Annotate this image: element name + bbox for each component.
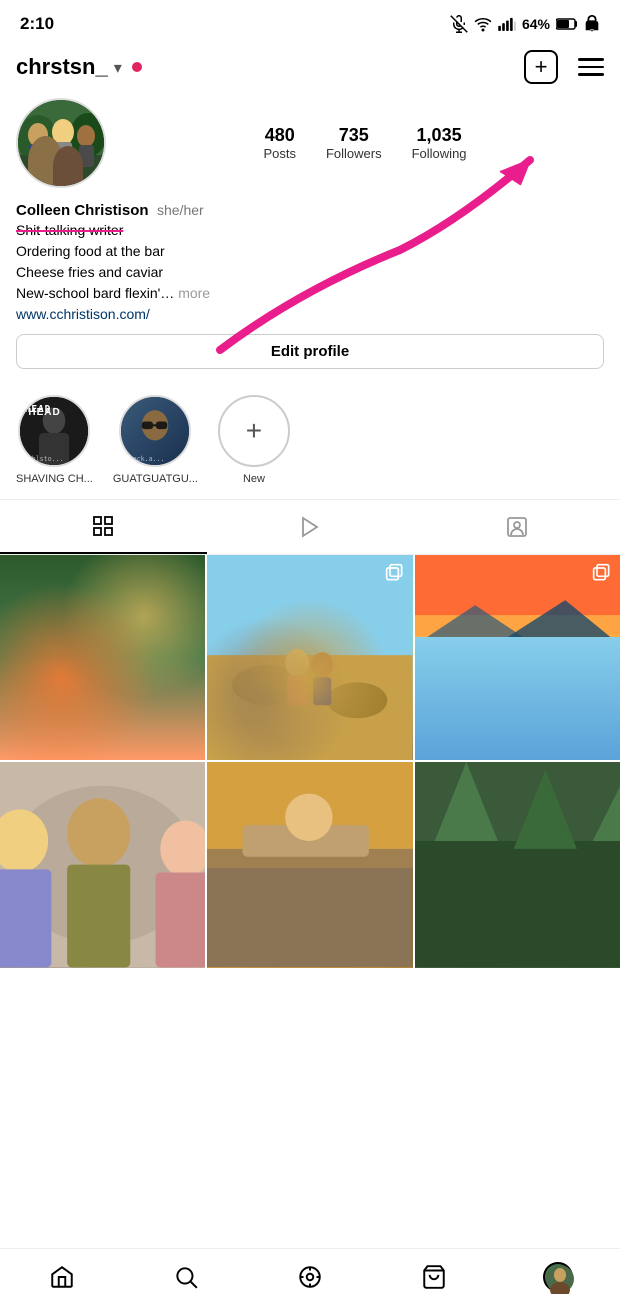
profile-stats: 480 Posts 735 Followers 1,035 Following — [126, 125, 604, 161]
shop-icon — [421, 1264, 447, 1290]
chevron-down-icon: ▾ — [114, 58, 122, 78]
battery-icon — [556, 17, 578, 31]
highlight-circle-new: + — [218, 395, 290, 467]
reels-icon — [298, 515, 322, 539]
search-icon — [173, 1264, 199, 1290]
avatar-container[interactable] — [16, 98, 106, 188]
grid-icon — [91, 514, 115, 538]
nav-home[interactable] — [37, 1259, 87, 1295]
tab-tagged[interactable] — [413, 500, 620, 554]
status-icons: 64% — [450, 15, 600, 33]
svg-text:HEAD: HEAD — [25, 404, 52, 415]
signal-icon — [498, 17, 516, 31]
status-time: 2:10 — [20, 14, 54, 34]
home-icon — [49, 1264, 75, 1290]
profile-section: 480 Posts 735 Followers 1,035 Following … — [0, 94, 620, 381]
bio-name: Colleen Christison — [16, 202, 149, 219]
highlights-section: HEAD @chlsto... SHAVING CH... — [0, 381, 620, 499]
photo-cell-4[interactable] — [207, 762, 412, 967]
menu-button[interactable] — [578, 58, 604, 76]
highlight-circle-1: HEAD @chlsto... — [18, 395, 90, 467]
username: chrstsn_ — [16, 54, 108, 80]
nav-reels[interactable] — [285, 1259, 335, 1295]
highlight-item-1[interactable]: HEAD @chlsto... SHAVING CH... — [16, 395, 93, 485]
status-bar: 2:10 — [0, 0, 620, 44]
highlight-label-2: GUATGUATGU... — [113, 473, 198, 485]
photo-cell-5[interactable] — [415, 762, 620, 967]
app-header: chrstsn_ ▾ + — [0, 44, 620, 94]
battery-percent: 64% — [522, 16, 550, 32]
bio-line-3: Cheese fries and caviar — [16, 262, 604, 283]
wifi-icon — [474, 15, 492, 33]
followers-label: Followers — [326, 146, 382, 161]
photo-cell-1[interactable] — [207, 555, 412, 760]
bio-line-1: Shit-talking writer — [16, 220, 604, 241]
bio-section: Colleen Christison she/her Shit-talking … — [16, 202, 604, 322]
following-label: Following — [412, 146, 467, 161]
content-tabs — [0, 499, 620, 555]
reels-nav-icon — [297, 1264, 323, 1290]
photo-cell-3[interactable] — [0, 762, 205, 967]
profile-avatar-nav — [543, 1262, 573, 1292]
bio-line-2: Ordering food at the bar — [16, 241, 604, 262]
notification-icon — [584, 15, 600, 33]
dropdown-button[interactable]: ▾ — [114, 56, 122, 78]
posts-count: 480 — [265, 125, 295, 146]
tab-reels[interactable] — [207, 500, 414, 554]
add-content-button[interactable]: + — [524, 50, 558, 84]
nav-profile[interactable] — [533, 1259, 583, 1295]
highlight-item-new[interactable]: + New — [218, 395, 290, 485]
stat-posts[interactable]: 480 Posts — [263, 125, 296, 161]
stat-following[interactable]: 1,035 Following — [412, 125, 467, 161]
profile-top: 480 Posts 735 Followers 1,035 Following — [16, 98, 604, 188]
followers-count: 735 — [339, 125, 369, 146]
multi-photo-indicator-2 — [592, 563, 612, 583]
highlight-label-new: New — [243, 473, 265, 485]
bio-link[interactable]: www.cchristison.com/ — [16, 306, 604, 322]
photo-grid — [0, 555, 620, 968]
nav-search[interactable] — [161, 1259, 211, 1295]
nav-shop[interactable] — [409, 1259, 459, 1295]
plus-icon: + — [535, 56, 548, 78]
highlight-label-1: SHAVING CH... — [16, 473, 93, 485]
bio-line-4: New-school bard flexin'… more — [16, 283, 604, 304]
header-right: + — [524, 50, 604, 84]
svg-text:@chlsto...: @chlsto... — [24, 455, 64, 463]
tagged-icon — [505, 515, 529, 539]
photo-cell-2[interactable] — [415, 555, 620, 760]
mute-icon — [450, 15, 468, 33]
plus-icon: + — [246, 417, 262, 445]
header-left: chrstsn_ ▾ — [16, 54, 142, 80]
highlight-circle-2: @back.a... — [119, 395, 191, 467]
live-indicator — [132, 62, 142, 72]
highlight-item-2[interactable]: @back.a... GUATGUATGU... — [113, 395, 198, 485]
multi-photo-indicator — [385, 563, 405, 583]
bio-pronoun: she/her — [157, 202, 204, 218]
posts-label: Posts — [263, 146, 296, 161]
photo-cell-0[interactable] — [0, 555, 205, 760]
avatar — [16, 98, 106, 188]
svg-text:@back.a...: @back.a... — [125, 455, 165, 463]
tab-grid[interactable] — [0, 500, 207, 554]
following-count: 1,035 — [417, 125, 462, 146]
bio-more[interactable]: more — [178, 285, 210, 301]
bottom-navigation — [0, 1248, 620, 1309]
edit-profile-button[interactable]: Edit profile — [16, 334, 604, 369]
stat-followers[interactable]: 735 Followers — [326, 125, 382, 161]
